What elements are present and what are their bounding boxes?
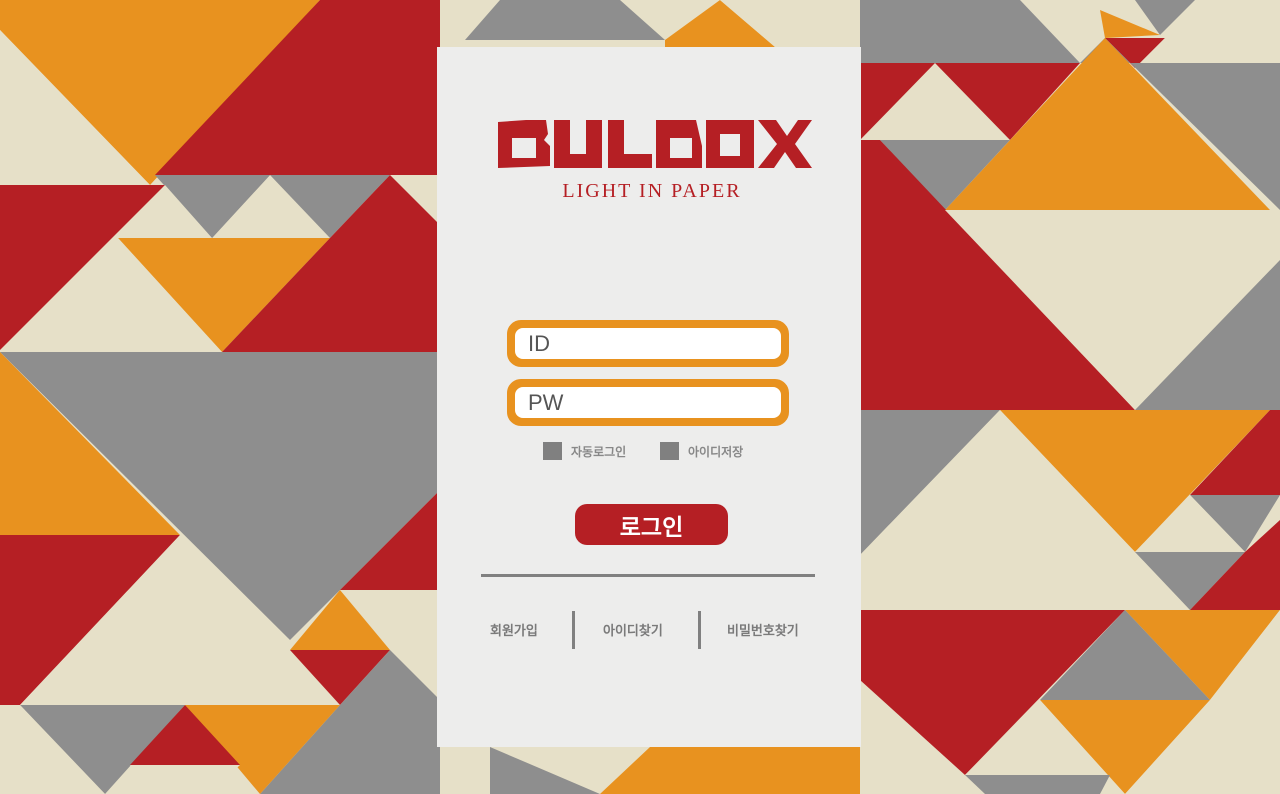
divider bbox=[481, 574, 815, 577]
checkbox-square-icon[interactable] bbox=[660, 442, 679, 460]
save-id-label: 아이디저장 bbox=[688, 444, 744, 459]
id-input[interactable] bbox=[528, 330, 781, 357]
login-button[interactable]: 로그인 bbox=[575, 504, 728, 545]
checkbox-square-icon[interactable] bbox=[543, 442, 562, 460]
save-id-checkbox[interactable]: 아이디저장 bbox=[660, 442, 743, 460]
join-link[interactable]: 회원가입 bbox=[490, 620, 538, 639]
auto-login-label: 자동로그인 bbox=[571, 444, 627, 459]
id-field[interactable] bbox=[507, 320, 789, 367]
find-password-link[interactable]: 비밀번호찾기 bbox=[727, 620, 799, 639]
auto-login-checkbox[interactable]: 자동로그인 bbox=[543, 442, 626, 460]
password-input[interactable] bbox=[528, 389, 781, 416]
link-separator bbox=[698, 611, 701, 649]
brand-tagline: LIGHT IN PAPER bbox=[562, 180, 742, 202]
find-id-link[interactable]: 아이디찾기 bbox=[603, 620, 663, 639]
link-separator bbox=[572, 611, 575, 649]
bulbox-logo bbox=[498, 120, 812, 168]
password-field[interactable] bbox=[507, 379, 789, 426]
